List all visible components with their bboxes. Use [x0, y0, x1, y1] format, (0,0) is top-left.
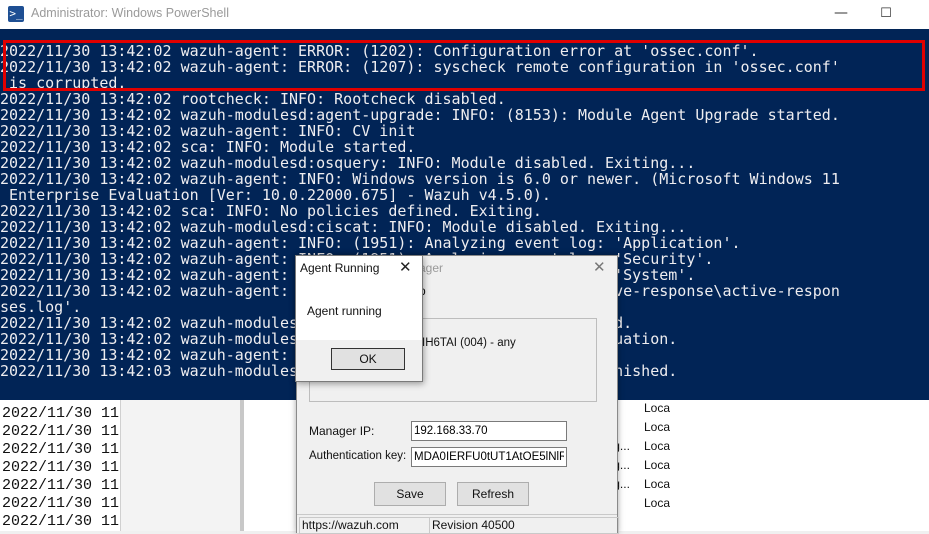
console-line: 2022/11/30 13:42:02 sca: INFO: No polici…	[0, 202, 542, 220]
log-line: 2022/11/30 11:2	[2, 477, 120, 494]
manager-ip-input[interactable]	[411, 421, 567, 441]
console-line: 2022/11/30 13:42:02 wazuh-agent: INFO: (…	[0, 234, 741, 252]
service-logon: Loca	[644, 496, 671, 510]
auth-key-input[interactable]	[411, 447, 567, 467]
agent-running-messagebox: Agent Running ✕ Agent running OK	[295, 255, 423, 382]
log-line: 2022/11/30 11:2	[2, 441, 120, 458]
console-line: Enterprise Evaluation [Ver: 10.0.22000.6…	[0, 186, 551, 204]
console-line: 2022/11/30 13:42:02 wazuh-agent: ERROR: …	[0, 58, 840, 76]
window-title: Administrator: Windows PowerShell	[31, 6, 229, 20]
messagebox-text: Agent running	[307, 304, 382, 318]
console-line: is corrupted.	[0, 74, 127, 92]
console-line: 2022/11/30 13:42:02 wazuh-agent: ERROR: …	[0, 42, 759, 60]
messagebox-title: Agent Running	[300, 261, 380, 275]
close-icon[interactable]: ✕	[593, 258, 606, 276]
service-logon: Loca	[644, 477, 671, 491]
powershell-titlebar[interactable]: >_ Administrator: Windows PowerShell — ☐	[0, 0, 929, 29]
console-line: 2022/11/30 13:42:02 sca: INFO: Module st…	[0, 138, 416, 156]
manager-ip-label: Manager IP:	[309, 424, 375, 438]
refresh-button[interactable]: Refresh	[457, 482, 529, 506]
minimize-icon[interactable]: —	[818, 0, 864, 29]
background-log-scroll-area	[120, 400, 241, 531]
log-line: 2022/11/30 11:2	[2, 513, 120, 530]
close-icon[interactable]: ✕	[399, 258, 412, 276]
background-log-window: 2022/11/30 11:22022/11/30 11:22022/11/30…	[0, 400, 120, 531]
service-logon: Loca	[644, 439, 671, 453]
status-bar: https://wazuh.com Revision 40500	[297, 514, 619, 534]
console-line: 2022/11/30 13:42:02 wazuh-modulesd:cisca…	[0, 218, 687, 236]
log-line: 2022/11/30 11:2	[2, 405, 120, 422]
service-logon: Loca	[644, 401, 671, 415]
ok-button[interactable]: OK	[331, 348, 405, 370]
console-line: 2022/11/30 13:42:02 rootcheck: INFO: Roo…	[0, 90, 506, 108]
save-button[interactable]: Save	[374, 482, 446, 506]
status-revision: Revision 40500	[429, 517, 619, 534]
log-line: 2022/11/30 11:2	[2, 459, 120, 476]
agent-info-text: IH6TAI (004) - any	[422, 337, 516, 349]
maximize-icon[interactable]: ☐	[863, 0, 909, 29]
log-line: 2022/11/30 11:2	[2, 495, 120, 512]
service-logon: Loca	[644, 458, 671, 472]
auth-key-label: Authentication key:	[309, 450, 407, 462]
console-line: 2022/11/30 13:42:02 wazuh-agent: INFO: W…	[0, 170, 840, 188]
log-line: 2022/11/30 11:2	[2, 423, 120, 440]
service-logon: Loca	[644, 420, 671, 434]
status-url: https://wazuh.com	[299, 517, 430, 534]
powershell-icon: >_	[8, 6, 24, 22]
console-line: 2022/11/30 13:42:02 wazuh-agent: INFO: C…	[0, 122, 416, 140]
console-line: 2022/11/30 13:42:02 wazuh-modulesd:osque…	[0, 154, 696, 172]
console-line: 2022/11/30 13:42:02 wazuh-modulesd:agent…	[0, 106, 840, 124]
